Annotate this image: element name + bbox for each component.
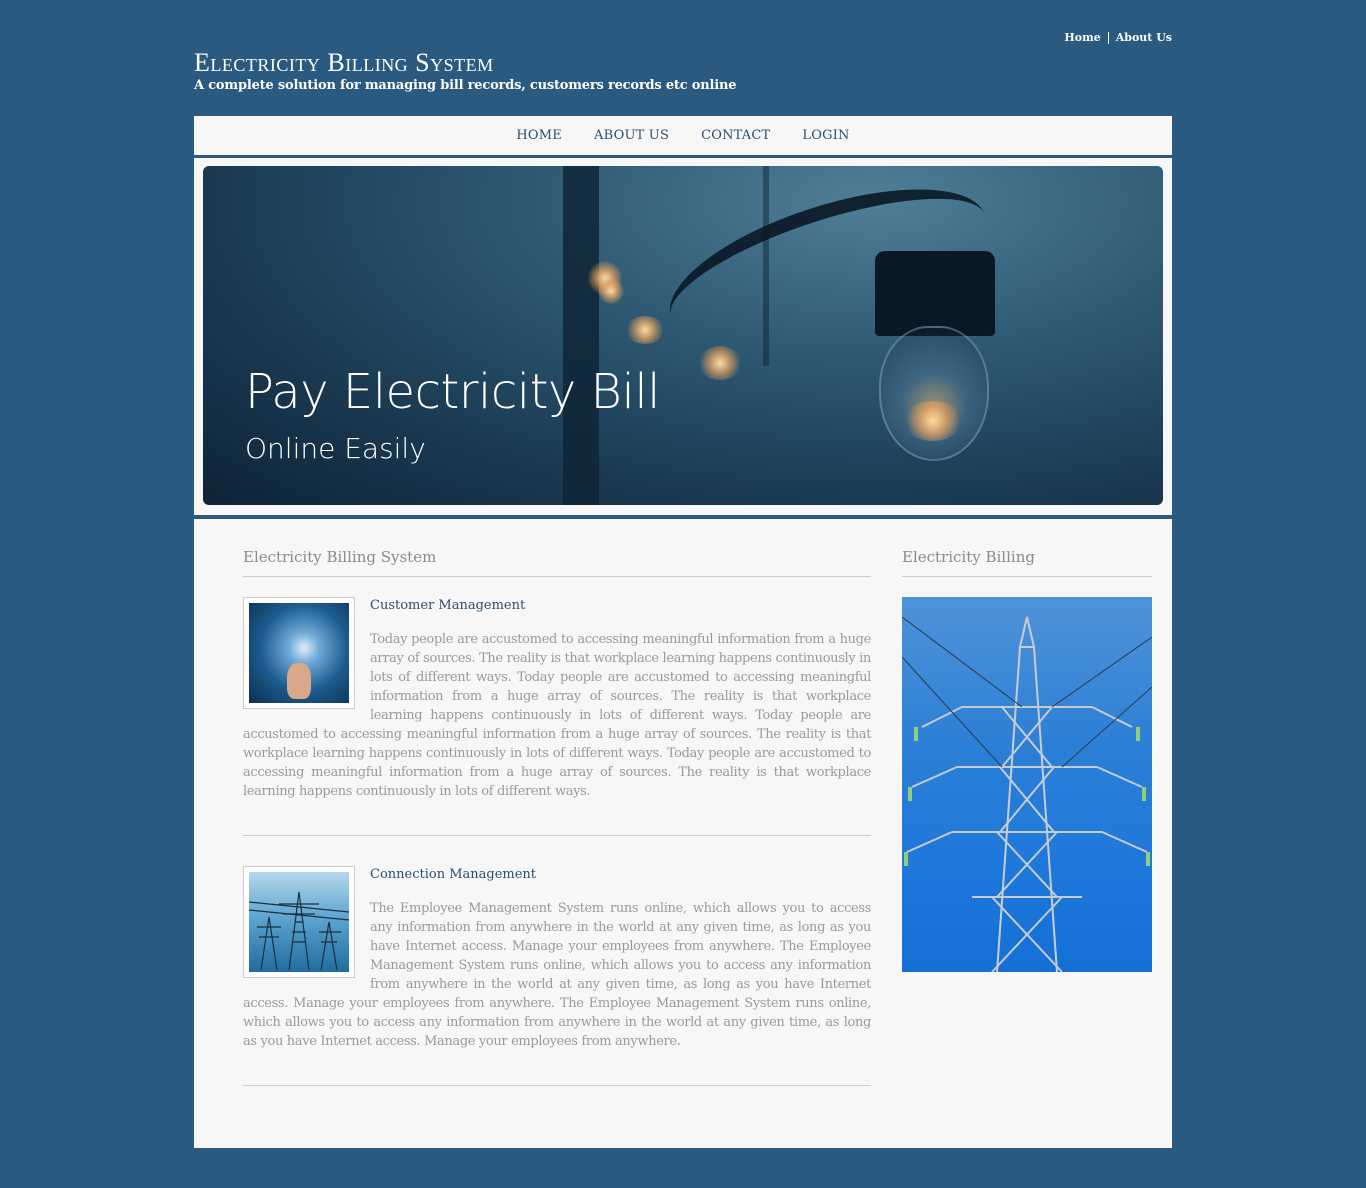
transmission-tower-icon [902,616,1152,972]
lightbulb-in-hand-image [249,603,349,703]
article-thumbnail [243,597,355,709]
bokeh-light [598,278,624,304]
bokeh-light [698,346,742,380]
banner-frame: Pay Electricity Bill Online Easily [194,158,1172,515]
nav-contact[interactable]: CONTACT [685,128,786,143]
filament-glow [903,401,963,441]
main-section-title: Electricity Billing System [243,548,871,577]
nav-login[interactable]: LOGIN [786,128,865,143]
top-link-about-us[interactable]: About Us [1116,31,1172,44]
article-divider [243,1085,871,1086]
top-links: Home About Us [1064,31,1172,44]
banner-subheading: Online Easily [245,432,426,465]
lamp-socket-shape [875,251,995,336]
top-link-divider [1107,31,1109,44]
sidebar-title: Electricity Billing [902,548,1152,577]
sidebar: Electricity Billing [902,519,1152,972]
article-connection-management: Connection Management The Employee Manag… [243,866,871,1051]
bokeh-light [625,316,665,344]
content-area: Electricity Billing System Customer Mana… [194,519,1172,1148]
banner-heading: Pay Electricity Bill [245,364,661,420]
site-title: Electricity Billing System [194,48,494,77]
nav-about-us[interactable]: ABOUT US [578,128,685,143]
transmission-tower-image [902,597,1152,972]
main-nav: HOME ABOUT US CONTACT LOGIN [194,116,1172,157]
pylon-icon [248,891,350,971]
nav-home[interactable]: HOME [500,128,578,143]
top-link-home[interactable]: Home [1064,31,1100,44]
article-divider [243,835,871,836]
main-column: Electricity Billing System Customer Mana… [243,519,871,1086]
banner-pole-shape [563,166,599,505]
article-customer-management: Customer Management Today people are acc… [243,597,871,801]
article-thumbnail [243,866,355,978]
site-subtitle: A complete solution for managing bill re… [194,78,737,93]
hero-banner: Pay Electricity Bill Online Easily [203,166,1163,505]
power-pylons-image [248,872,350,972]
